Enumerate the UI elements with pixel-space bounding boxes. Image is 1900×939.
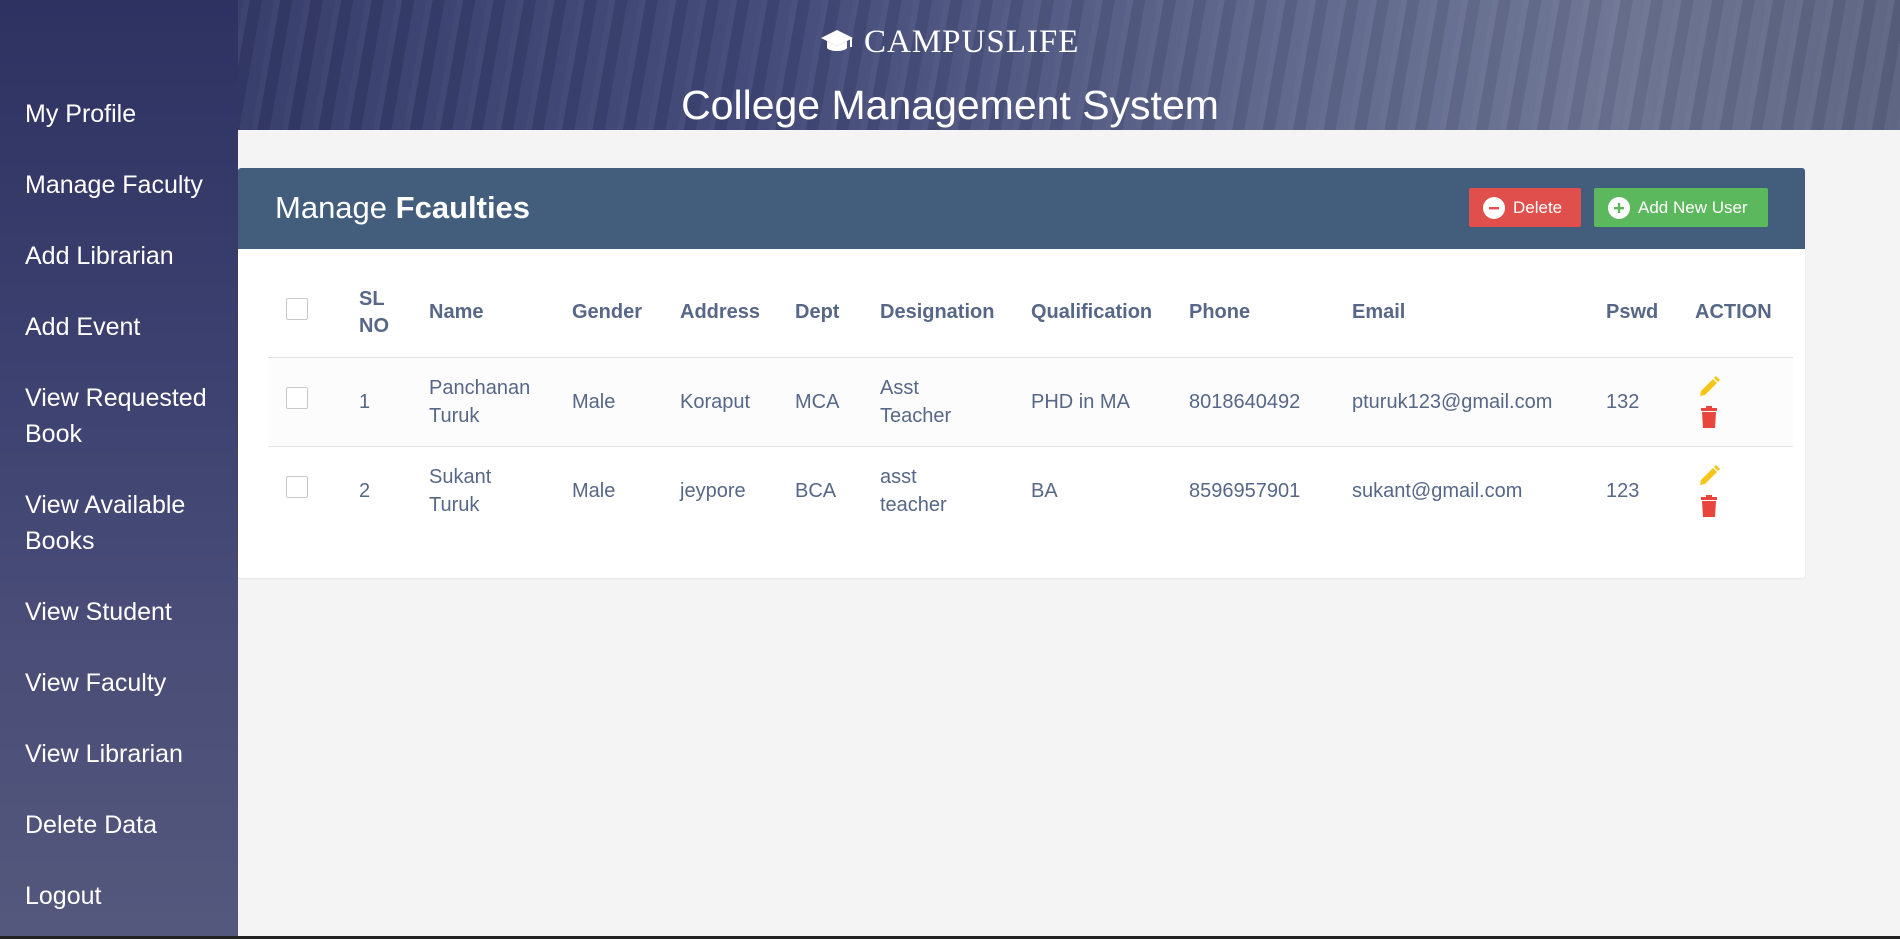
delete-button[interactable]: Delete xyxy=(1469,188,1581,227)
table-header-row: SL NO Name Gender Address Dept Designati… xyxy=(268,268,1793,358)
sidebar-nav: My Profile Manage Faculty Add Librarian … xyxy=(0,96,238,914)
col-sl-no-label: SL NO xyxy=(359,287,389,337)
row-checkbox[interactable] xyxy=(286,387,308,409)
col-action: ACTION xyxy=(1695,268,1793,358)
col-qualification: Qualification xyxy=(1031,268,1189,358)
cell-gender: Male xyxy=(572,357,680,447)
cell-pswd: 123 xyxy=(1606,480,1640,502)
add-new-user-label: Add New User xyxy=(1638,197,1748,217)
cell-sl-no: 1 xyxy=(359,357,429,447)
row-select-cell xyxy=(268,447,359,536)
cell-action xyxy=(1695,357,1793,447)
cell-designation: asst teacher xyxy=(880,447,1031,536)
cell-name-text: Sukant Turuk xyxy=(429,466,492,516)
col-email: Email xyxy=(1352,268,1606,358)
sidebar-item-view-available-books[interactable]: View Available Books xyxy=(0,487,240,559)
cell-name-text: Panchanan Turuk xyxy=(429,377,531,427)
col-gender: Gender xyxy=(572,268,680,358)
cell-action xyxy=(1695,447,1793,536)
row-select-cell xyxy=(268,357,359,447)
col-designation: Designation xyxy=(880,268,1031,358)
col-name: Name xyxy=(429,268,572,358)
cell-phone: 8596957901 xyxy=(1189,480,1301,502)
edit-pencil-icon[interactable] xyxy=(1697,375,1721,399)
edit-pencil-icon[interactable] xyxy=(1697,464,1721,488)
cell-phone: 8018640492 xyxy=(1189,357,1352,447)
col-sl-no: SL NO xyxy=(359,268,429,358)
app-title-text: College Management System xyxy=(681,82,1219,128)
table-row: 2 Sukant Turuk Male jeypore BCA asst tea… xyxy=(268,447,1793,536)
sidebar-item-view-student[interactable]: View Student xyxy=(0,594,238,630)
cell-qualification: BA xyxy=(1031,480,1058,502)
page-title: College Management System xyxy=(0,82,1900,129)
cell-name: Panchanan Turuk xyxy=(429,357,572,447)
cell-designation: Asst Teacher xyxy=(880,357,1031,447)
faculty-table: SL NO Name Gender Address Dept Designati… xyxy=(268,268,1793,535)
cell-dept: BCA xyxy=(795,480,837,502)
table-row: 1 Panchanan Turuk Male Koraput MCA Asst … xyxy=(268,357,1793,447)
panel-title: Manage Fcaulties xyxy=(275,190,530,226)
panel-header: Manage Fcaulties Delete Add New User xyxy=(238,168,1805,249)
panel-title-bold: Fcaulties xyxy=(395,190,531,225)
col-phone: Phone xyxy=(1189,268,1352,358)
cell-address: jeypore xyxy=(680,480,746,502)
graduation-cap-icon xyxy=(820,27,854,57)
cell-gender: Male xyxy=(572,480,616,502)
cell-qualification: PHD in MA xyxy=(1031,357,1189,447)
brand-name: CAMPUSLIFE xyxy=(864,23,1080,60)
cell-pswd: 132 xyxy=(1606,357,1695,447)
cell-address: Koraput xyxy=(680,357,795,447)
col-dept: Dept xyxy=(795,268,880,358)
delete-trash-icon[interactable] xyxy=(1697,405,1721,429)
sidebar-item-my-profile[interactable]: My Profile xyxy=(0,96,238,132)
sidebar: My Profile Manage Faculty Add Librarian … xyxy=(0,0,238,936)
sidebar-item-add-event[interactable]: Add Event xyxy=(0,309,238,345)
cell-designation-text: Asst Teacher xyxy=(880,377,952,427)
cell-designation-text: asst teacher xyxy=(880,466,947,516)
col-address: Address xyxy=(680,268,795,358)
select-all-cell xyxy=(268,268,359,358)
minus-circle-icon xyxy=(1483,196,1505,219)
sidebar-item-delete-data[interactable]: Delete Data xyxy=(0,807,238,843)
cell-dept: MCA xyxy=(795,357,880,447)
brand-logo[interactable]: CAMPUSLIFE xyxy=(820,22,1079,62)
row-checkbox[interactable] xyxy=(286,476,308,498)
cell-email: sukant@gmail.com xyxy=(1352,480,1523,502)
select-all-checkbox[interactable] xyxy=(286,297,308,320)
sidebar-item-view-librarian[interactable]: View Librarian xyxy=(0,736,238,772)
sidebar-item-view-requested-book[interactable]: View Requested Book xyxy=(0,380,240,452)
cell-name: Sukant Turuk xyxy=(429,447,572,536)
col-pswd: Pswd xyxy=(1606,268,1695,358)
add-new-user-button[interactable]: Add New User xyxy=(1594,188,1768,227)
panel-title-prefix: Manage xyxy=(275,190,388,225)
delete-trash-icon[interactable] xyxy=(1697,494,1721,518)
plus-circle-icon xyxy=(1608,196,1630,219)
manage-faculties-panel: Manage Fcaulties Delete Add New User SL … xyxy=(238,168,1805,578)
sidebar-item-add-librarian[interactable]: Add Librarian xyxy=(0,238,238,274)
sidebar-item-logout[interactable]: Logout xyxy=(0,878,238,914)
cell-sl-no: 2 xyxy=(359,480,371,502)
sidebar-item-manage-faculty[interactable]: Manage Faculty xyxy=(0,167,238,203)
delete-button-label: Delete xyxy=(1513,197,1563,217)
cell-email: pturuk123@gmail.com xyxy=(1352,357,1606,447)
sidebar-item-view-faculty[interactable]: View Faculty xyxy=(0,665,238,701)
